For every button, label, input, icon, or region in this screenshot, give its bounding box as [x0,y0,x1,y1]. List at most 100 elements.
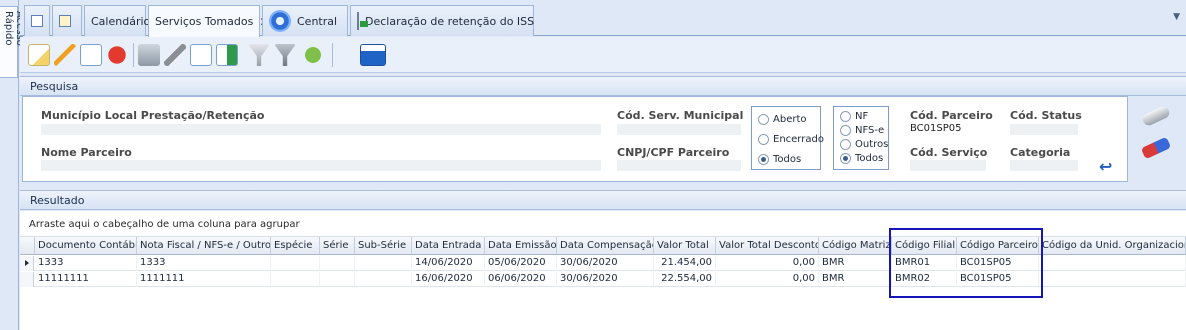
column-header[interactable]: Data Entrada [412,237,485,255]
cell-especie[interactable] [271,272,320,287]
column-header[interactable]: Espécie [271,237,320,255]
tipo-option-nfse[interactable]: NFS-e [840,125,884,136]
status-option-aberto[interactable]: Aberto [758,114,807,125]
tipo-option-todos[interactable]: Todos [840,153,883,164]
municipio-input[interactable] [41,124,601,135]
new-icon[interactable] [28,44,50,66]
categoria-input[interactable] [1010,160,1078,171]
cell-codigo-matriz[interactable]: BMR [819,272,892,287]
column-header[interactable]: Valor Total Desconto [716,237,819,255]
cell-nota-fiscal[interactable]: 1333 [137,256,271,271]
chevron-down-icon[interactable]: ▼ [1173,12,1180,22]
radio-label: NFS-e [855,125,885,136]
column-header[interactable]: Sub-Série [355,237,412,255]
tab-central[interactable]: Central [262,5,348,36]
cell-data-emissao[interactable]: 05/06/2020 [485,256,557,271]
cell-valor-desconto[interactable]: 0,00 [716,256,819,271]
cell-valor-total[interactable]: 22.554,00 [654,272,716,287]
radio-label: Encerrado [773,134,824,145]
tab-calendario[interactable]: Calendário [84,5,150,36]
add-row-icon[interactable] [80,44,102,66]
tools-icon[interactable] [164,44,186,66]
cod-serv-municipal-label: Cód. Serv. Municipal [617,109,744,122]
resultado-header: Resultado [20,190,1186,210]
row-indicator-header [20,237,35,255]
cell-data-compensacao[interactable]: 30/06/2020 [557,256,654,271]
nome-parceiro-input[interactable] [41,160,601,171]
radio-label: Todos [855,153,884,164]
refresh-icon[interactable]: ↩ [1099,157,1112,176]
radio-selected-icon [840,153,851,164]
column-header[interactable]: Valor Total [654,237,716,255]
status-option-encerrado[interactable]: Encerrado [758,134,824,145]
cell-data-entrada[interactable]: 14/06/2020 [412,256,485,271]
cell-unid-organizacional[interactable] [1039,272,1186,287]
grid-icon [31,15,43,27]
cell-sub-serie[interactable] [355,256,412,271]
column-header[interactable]: Série [320,237,355,255]
window-icon[interactable] [360,44,386,66]
binoculars-icon[interactable] [1140,104,1172,128]
delete-icon[interactable] [106,44,128,66]
cell-unid-organizacional[interactable] [1039,256,1186,271]
column-header[interactable]: Código da Unid. Organizacional [1039,237,1186,255]
cell-nota-fiscal[interactable]: 1111111 [137,272,271,287]
search-preview-icon[interactable] [190,44,212,66]
municipio-label: Município Local Prestação/Retenção [41,109,265,122]
gear-icon [269,10,291,32]
pesquisa-panel: Município Local Prestação/Retenção Nome … [22,96,1128,182]
cell-documento[interactable]: 11111111 [35,272,137,287]
radio-label: NF [855,111,869,122]
clipboard-icon [59,15,71,27]
cod-servico-input[interactable] [910,160,986,171]
quick-access-tab[interactable]: Acesso Rápido [0,6,25,78]
row-indicator [20,256,34,271]
cod-parceiro-value[interactable]: BC01SP05 [910,123,962,134]
tipo-option-nf[interactable]: NF [840,111,868,122]
column-header[interactable]: Documento Contábil [35,237,137,255]
pesquisa-header: Pesquisa [20,76,1186,96]
cell-valor-desconto[interactable]: 0,00 [716,272,819,287]
tab-label: Declaração de retenção do ISS [365,14,535,28]
cell-sub-serie[interactable] [355,272,412,287]
column-header[interactable]: Código Matriz [819,237,892,255]
cell-codigo-matriz[interactable]: BMR [819,256,892,271]
cell-data-entrada[interactable]: 16/06/2020 [412,272,485,287]
tab-declaracao-retencao[interactable]: Declaração de retenção do ISS [350,5,534,36]
export-icon[interactable] [216,44,238,66]
group-by-hint: Arraste aqui o cabeçalho de uma coluna p… [29,219,300,230]
cod-serv-municipal-input[interactable] [617,124,741,135]
cell-valor-total[interactable]: 21.454,00 [654,256,716,271]
tab-servicos-tomados[interactable]: Serviços Tomados ✕ [148,5,269,37]
cell-documento[interactable]: 1333 [35,256,137,271]
star-icon[interactable] [302,44,324,66]
tipo-radio-group: NF NFS-e Outros Todos [833,106,889,170]
column-header[interactable]: Nota Fiscal / NFS-e / Outros [137,237,271,255]
cnpj-input[interactable] [617,160,741,171]
resultado-title: Resultado [30,194,85,207]
cell-especie[interactable] [271,256,320,271]
column-header[interactable]: Data Compensação [557,237,654,255]
cell-serie[interactable] [320,272,355,287]
cell-data-compensacao[interactable]: 30/06/2020 [557,272,654,287]
tipo-option-outros[interactable]: Outros [840,139,888,150]
radio-icon [758,134,769,145]
tab-label: Calendário [91,14,151,28]
tab-grid[interactable] [24,5,50,36]
tab-clipboard[interactable] [52,5,82,36]
cod-status-label: Cód. Status [1010,109,1082,122]
lock-icon[interactable] [138,44,160,66]
cell-serie[interactable] [320,256,355,271]
status-option-todos[interactable]: Todos [758,154,801,165]
cod-servico-label: Cód. Serviço [910,146,988,159]
tab-bar: Calendário Serviços Tomados ✕ Central De… [20,0,1186,37]
cod-status-input[interactable] [1010,124,1078,135]
toolbar-separator [332,43,333,67]
edit-icon[interactable] [54,44,76,66]
eraser-icon[interactable] [1140,136,1172,160]
radio-selected-icon [758,154,769,165]
filter-icon[interactable] [248,44,270,66]
filter-add-icon[interactable] [274,44,296,66]
column-header[interactable]: Data Emissão [485,237,557,255]
cell-data-emissao[interactable]: 06/06/2020 [485,272,557,287]
